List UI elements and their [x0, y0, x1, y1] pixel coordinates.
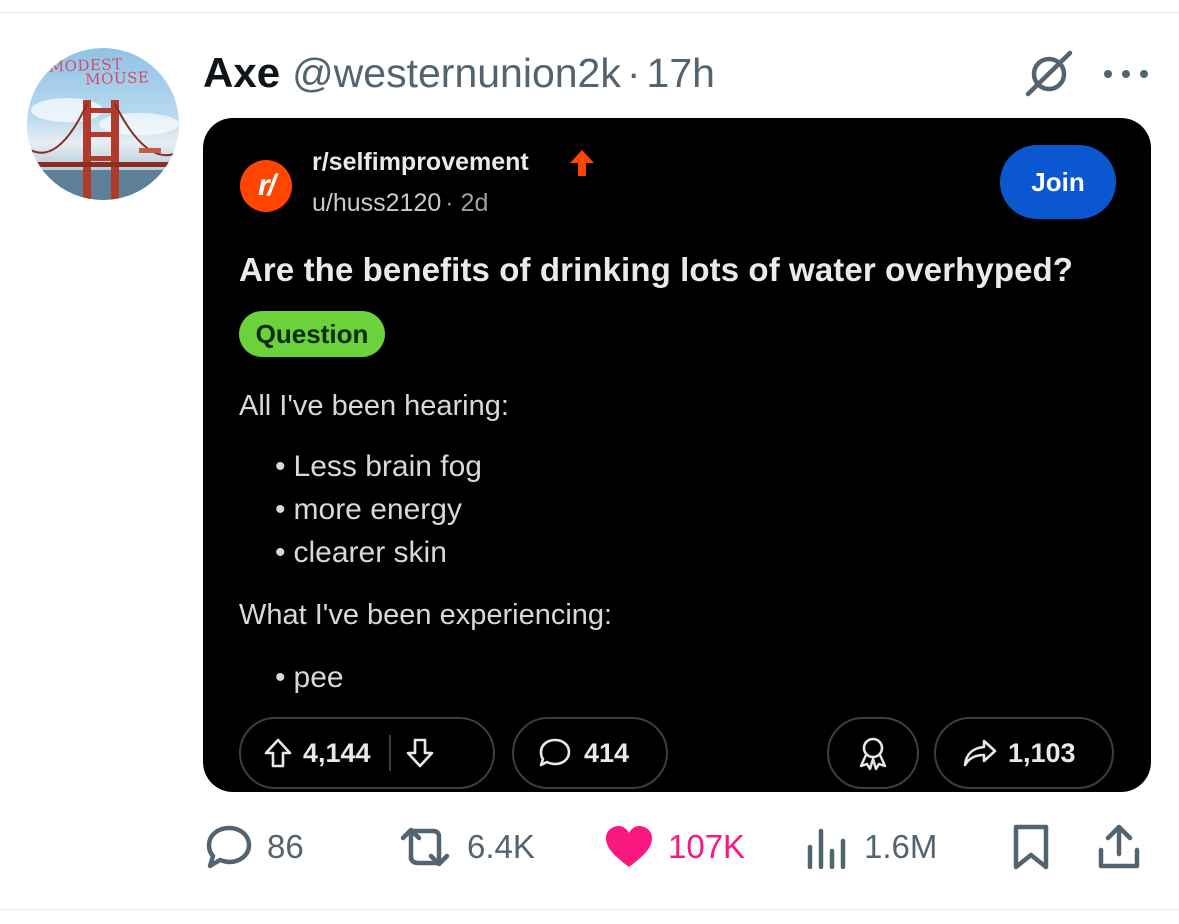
- vote-pill: 4,144: [239, 717, 495, 789]
- tweet-timestamp[interactable]: 17h: [647, 50, 715, 97]
- avatar-logo-text: MODEST MOUSE: [48, 55, 150, 89]
- tweet-action-bar: 86 6.4K 107K 1.6M: [0, 815, 1179, 879]
- post-title: Are the benefits of drinking lots of wat…: [239, 251, 1074, 288]
- bookmark-button[interactable]: [1012, 815, 1050, 879]
- share-upload-icon: [1098, 824, 1140, 869]
- downvote-icon: [406, 738, 433, 768]
- tweet-header: Axe @westernunion2k · 17h: [203, 48, 715, 98]
- share-button[interactable]: [1097, 815, 1141, 879]
- bottom-divider: [0, 909, 1179, 910]
- comment-pill: 414: [512, 717, 668, 789]
- repost-button[interactable]: 6.4K: [399, 815, 535, 879]
- list-item: clearer skin: [275, 536, 447, 570]
- repost-icon: [400, 827, 450, 867]
- list-item: Less brain fog: [275, 450, 482, 484]
- bookmark-icon: [1013, 824, 1049, 870]
- post-age: · 2d: [445, 189, 489, 217]
- post-experience-intro: What I've been experiencing:: [239, 599, 613, 631]
- join-button: Join: [1000, 145, 1116, 219]
- comment-bubble-icon: [539, 738, 571, 767]
- post-intro: All I've been hearing:: [239, 390, 509, 422]
- views-button[interactable]: 1.6M: [804, 815, 937, 879]
- repost-count: 6.4K: [467, 828, 535, 865]
- upvote-count: 4,144: [303, 737, 371, 768]
- like-count: 107K: [668, 828, 746, 865]
- more-dots-icon[interactable]: [1104, 60, 1148, 88]
- reply-count: 86: [267, 828, 304, 865]
- upvote-arrow-icon: [570, 150, 594, 176]
- embedded-image[interactable]: r/ r/selfimprovement u/huss2120 · 2d Join…: [203, 118, 1151, 792]
- comment-count: 414: [584, 737, 630, 768]
- reply-bubble-icon: [206, 825, 252, 869]
- list-item: pee: [275, 661, 344, 695]
- like-button[interactable]: 107K: [604, 815, 745, 879]
- user-handle[interactable]: @westernunion2k: [292, 50, 621, 97]
- heart-icon: [606, 826, 652, 867]
- share-arrow-icon: [963, 739, 997, 767]
- award-pill: [827, 717, 919, 789]
- subreddit-logo: r/: [240, 160, 292, 212]
- list-item: more energy: [275, 493, 462, 527]
- post-flair: Question: [239, 311, 385, 357]
- display-name[interactable]: Axe: [203, 49, 280, 97]
- top-divider: [0, 12, 1179, 13]
- profile-avatar[interactable]: MODEST MOUSE: [27, 48, 179, 200]
- grok-icon[interactable]: [1024, 48, 1074, 98]
- post-author: u/huss2120 · 2d: [312, 189, 488, 218]
- share-pill: 1,103: [934, 717, 1114, 789]
- header-separator: ·: [626, 49, 641, 96]
- award-icon: [859, 737, 887, 771]
- subreddit-name: r/selfimprovement: [312, 148, 529, 176]
- views-chart-icon: [807, 828, 846, 869]
- view-count: 1.6M: [864, 828, 938, 865]
- vote-divider: [388, 735, 391, 771]
- post-username: u/huss2120: [312, 189, 442, 217]
- reply-button[interactable]: 86: [205, 815, 304, 879]
- upvote-icon: [264, 738, 292, 768]
- share-count: 1,103: [1008, 737, 1076, 768]
